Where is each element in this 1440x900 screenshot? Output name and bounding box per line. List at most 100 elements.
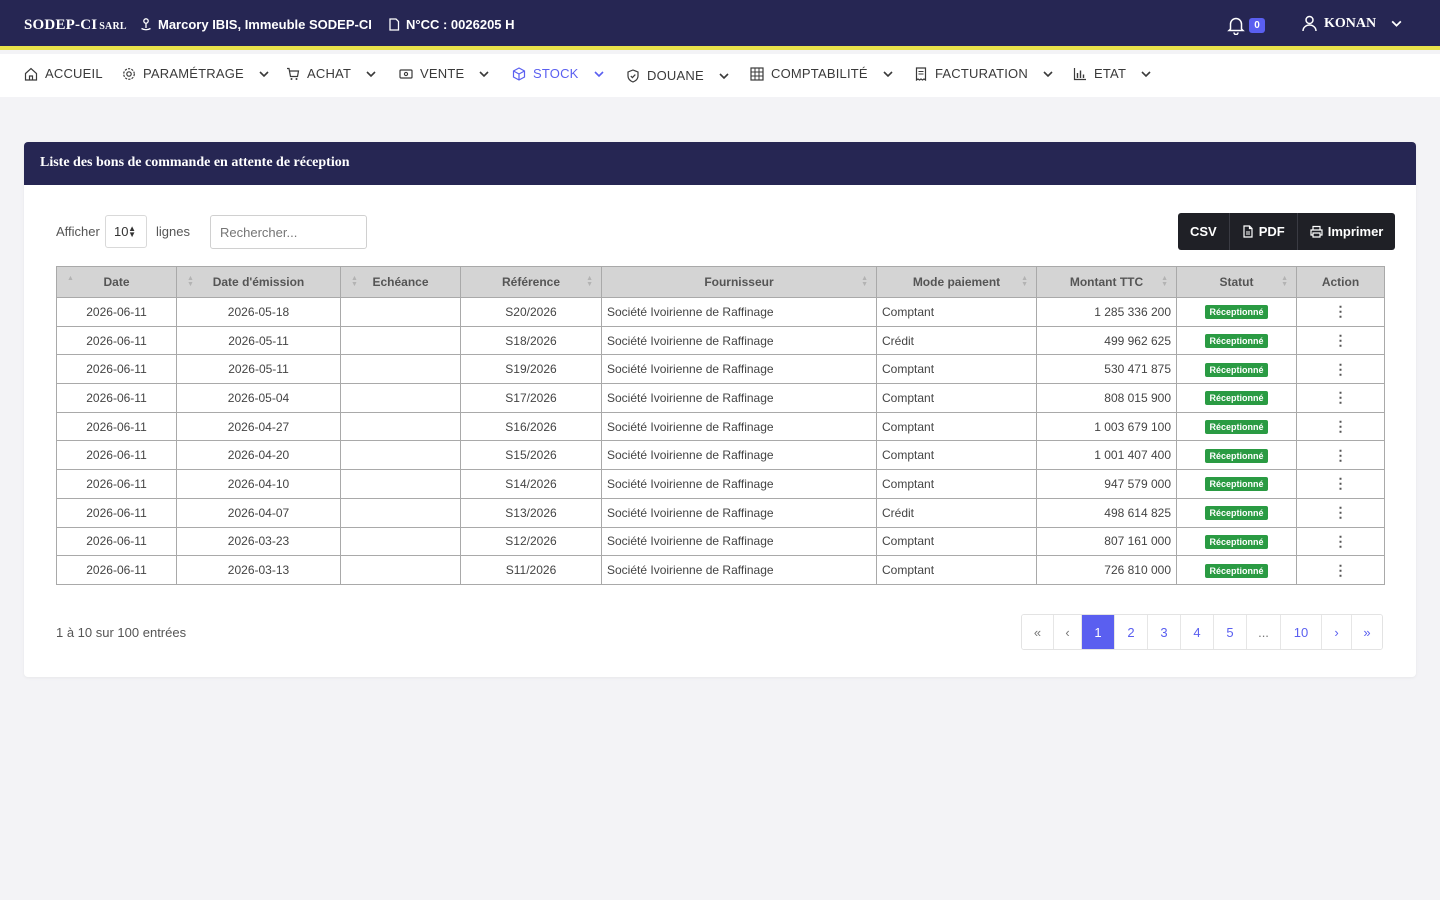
chevron-down-icon bbox=[1391, 20, 1402, 27]
location-icon bbox=[141, 18, 151, 31]
cell-emission: 2026-05-04 bbox=[176, 383, 341, 413]
cell-statut: Réceptionné bbox=[1176, 383, 1297, 413]
cell-echeance bbox=[340, 383, 461, 413]
cell-reference: S16/2026 bbox=[460, 411, 602, 442]
search-input[interactable] bbox=[210, 215, 367, 249]
cell-echeance bbox=[340, 555, 461, 585]
cell-echeance bbox=[340, 526, 461, 557]
page-length-select[interactable]: 10 ▲ ▼ bbox=[105, 215, 147, 248]
sort-icon: ▲ ▼ bbox=[1021, 275, 1028, 288]
nav-item-facturation[interactable]: FACTURATION bbox=[914, 66, 1054, 81]
cell-action: ⋮ bbox=[1296, 440, 1385, 471]
table-row: 2026-06-11 2026-05-11 S18/2026 Société Ivoi… bbox=[56, 325, 1385, 356]
row-actions-kebab-icon[interactable]: ⋮ bbox=[1334, 533, 1348, 549]
row-actions-kebab-icon[interactable]: ⋮ bbox=[1334, 332, 1348, 348]
col-header-statut[interactable]: Statut ▲ ▼ bbox=[1176, 266, 1297, 298]
nav-item-achat[interactable]: ACHAT bbox=[286, 66, 377, 81]
cell-fournisseur: Société Ivoirienne de Raffinage bbox=[601, 411, 877, 442]
page-last-button[interactable]: » bbox=[1352, 615, 1382, 649]
cell-montant: 807 161 000 bbox=[1036, 526, 1177, 557]
table-row: 2026-06-11 2026-05-04 S17/2026 Société Ivoi… bbox=[56, 383, 1385, 413]
page-button-2[interactable]: 2 bbox=[1115, 615, 1148, 649]
cell-reference: S13/2026 bbox=[460, 497, 602, 528]
show-label: Afficher bbox=[56, 224, 100, 239]
col-header-emission[interactable]: ▲ ▼ Date d'émission bbox=[176, 266, 341, 298]
nav-item-parametrage[interactable]: PARAMÉTRAGE bbox=[122, 66, 270, 81]
grid-icon bbox=[750, 66, 764, 81]
chevron-down-icon bbox=[1141, 70, 1151, 77]
cell-action: ⋮ bbox=[1296, 555, 1385, 585]
card-title: Liste des bons de commande en attente de… bbox=[24, 142, 1416, 185]
csv-button[interactable]: CSV bbox=[1178, 213, 1230, 250]
col-label: Statut bbox=[1219, 275, 1254, 289]
col-header-echeance[interactable]: ▲ ▼ Echéance bbox=[340, 266, 461, 298]
printer-icon bbox=[1310, 225, 1323, 238]
row-actions-kebab-icon[interactable]: ⋮ bbox=[1334, 504, 1348, 520]
gear-icon bbox=[123, 67, 135, 80]
shield-icon bbox=[627, 68, 639, 83]
notification-badge[interactable]: 0 bbox=[1249, 18, 1265, 33]
cell-statut: Réceptionné bbox=[1176, 469, 1297, 499]
cell-mode-paiement: Comptant bbox=[876, 354, 1037, 385]
nav-label: STOCK bbox=[533, 66, 579, 81]
col-header-mode-paiement[interactable]: Mode paiement ▲ ▼ bbox=[876, 266, 1037, 298]
cell-mode-paiement: Comptant bbox=[876, 440, 1037, 471]
cell-date: 2026-06-11 bbox=[56, 325, 177, 356]
row-actions-kebab-icon[interactable]: ⋮ bbox=[1334, 418, 1348, 434]
cell-emission: 2026-03-13 bbox=[176, 555, 341, 585]
cell-mode-paiement: Crédit bbox=[876, 325, 1037, 356]
pdf-button[interactable]: PDF bbox=[1229, 213, 1298, 250]
status-badge: Réceptionné bbox=[1205, 563, 1268, 578]
page-button-4[interactable]: 4 bbox=[1181, 615, 1214, 649]
nav-item-douane[interactable]: DOUANE bbox=[626, 68, 730, 83]
cc-number-text: N°CC : 0026205 H bbox=[406, 17, 515, 32]
cell-date: 2026-06-11 bbox=[56, 526, 177, 557]
cell-fournisseur: Société Ivoirienne de Raffinage bbox=[601, 383, 877, 413]
row-actions-kebab-icon[interactable]: ⋮ bbox=[1334, 562, 1348, 578]
page-button-5[interactable]: 5 bbox=[1214, 615, 1247, 649]
page-first-button[interactable]: « bbox=[1022, 615, 1054, 649]
bell-icon[interactable] bbox=[1226, 15, 1246, 35]
cell-echeance bbox=[340, 440, 461, 471]
nav-item-comptabilite[interactable]: COMPTABILITÉ bbox=[750, 66, 894, 81]
col-label: Echéance bbox=[372, 275, 429, 289]
col-header-reference[interactable]: Référence ▲ ▼ bbox=[460, 266, 602, 298]
print-button[interactable]: Imprimer bbox=[1297, 213, 1396, 250]
col-header-fournisseur[interactable]: Fournisseur ▲ ▼ bbox=[601, 266, 877, 298]
status-badge: Réceptionné bbox=[1205, 534, 1268, 549]
chevron-down-icon bbox=[719, 72, 729, 79]
sort-icon: ▲ ▼ bbox=[586, 275, 593, 288]
cell-montant: 499 962 625 bbox=[1036, 325, 1177, 356]
row-actions-kebab-icon[interactable]: ⋮ bbox=[1334, 361, 1348, 377]
page-prev-button[interactable]: ‹ bbox=[1054, 615, 1082, 649]
sort-icon: ▲ ▼ bbox=[861, 275, 868, 288]
chevron-down-icon bbox=[883, 70, 893, 77]
brand-name: SODEP-CI bbox=[24, 17, 98, 33]
nav-item-vente[interactable]: VENTE bbox=[399, 66, 490, 81]
page-button-1[interactable]: 1 bbox=[1082, 615, 1115, 649]
col-header-montant[interactable]: Montant TTC ▲ ▼ bbox=[1036, 266, 1177, 298]
cell-echeance bbox=[340, 497, 461, 528]
col-header-date[interactable]: ▲ ▼ Date bbox=[56, 266, 177, 298]
status-badge: Réceptionné bbox=[1205, 391, 1268, 406]
nav-item-etat[interactable]: ETAT bbox=[1073, 66, 1152, 81]
status-badge: Réceptionné bbox=[1205, 420, 1268, 435]
row-actions-kebab-icon[interactable]: ⋮ bbox=[1334, 389, 1348, 405]
cell-fournisseur: Société Ivoirienne de Raffinage bbox=[601, 440, 877, 471]
nav-item-accueil[interactable]: ACCUEIL bbox=[24, 66, 103, 81]
page-next-button[interactable]: › bbox=[1322, 615, 1352, 649]
row-actions-kebab-icon[interactable]: ⋮ bbox=[1334, 303, 1348, 319]
col-label: Mode paiement bbox=[912, 275, 1001, 289]
row-actions-kebab-icon[interactable]: ⋮ bbox=[1334, 447, 1348, 463]
page-button-3[interactable]: 3 bbox=[1148, 615, 1181, 649]
cell-reference: S19/2026 bbox=[460, 354, 602, 385]
user-menu[interactable]: KONAN bbox=[1301, 15, 1403, 32]
nav-item-stock[interactable]: STOCK bbox=[512, 66, 605, 81]
cell-emission: 2026-03-23 bbox=[176, 526, 341, 557]
nav-label: ACCUEIL bbox=[45, 66, 103, 81]
row-actions-kebab-icon[interactable]: ⋮ bbox=[1334, 475, 1348, 491]
cell-date: 2026-06-11 bbox=[56, 297, 177, 327]
cell-statut: Réceptionné bbox=[1176, 555, 1297, 585]
page-button-10[interactable]: 10 bbox=[1281, 615, 1322, 649]
cell-date: 2026-06-11 bbox=[56, 440, 177, 471]
